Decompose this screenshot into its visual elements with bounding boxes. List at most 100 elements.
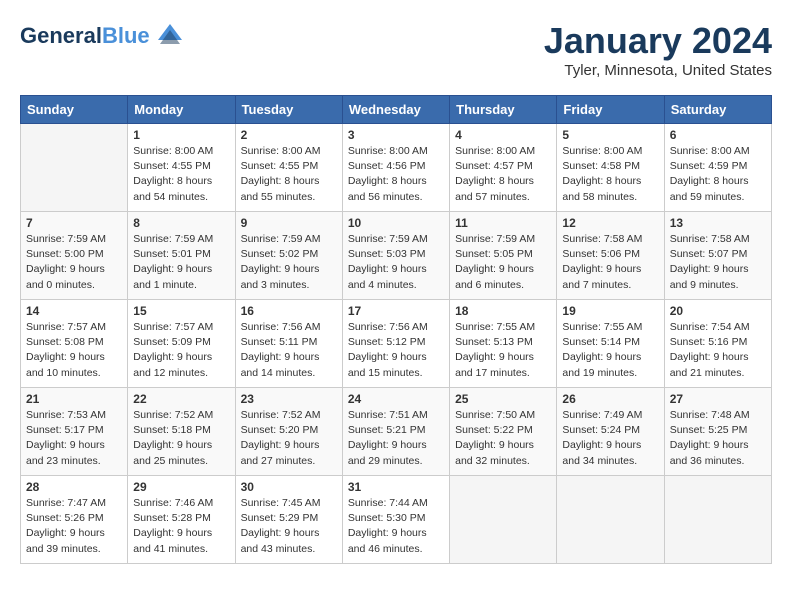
table-row: 10 Sunrise: 7:59 AMSunset: 5:03 PMDayligh… [342,212,449,300]
calendar-week-4: 21 Sunrise: 7:53 AMSunset: 5:17 PMDayligh… [21,388,772,476]
day-info: Sunrise: 7:44 AMSunset: 5:30 PMDaylight:… [348,496,444,557]
day-info: Sunrise: 7:55 AMSunset: 5:14 PMDaylight:… [562,320,658,381]
day-number: 6 [670,128,766,142]
table-row: 12 Sunrise: 7:58 AMSunset: 5:06 PMDayligh… [557,212,664,300]
table-row: 11Sunrise: 7:59 AMSunset: 5:05 PMDayligh… [450,212,557,300]
table-row: 1 Sunrise: 8:00 AMSunset: 4:55 PMDaylight… [128,124,235,212]
day-number: 28 [26,480,122,494]
col-wednesday: Wednesday [342,96,449,124]
table-row: 14 Sunrise: 7:57 AMSunset: 5:08 PMDayligh… [21,300,128,388]
day-number: 25 [455,392,551,406]
day-info: Sunrise: 7:56 AMSunset: 5:12 PMDaylight:… [348,320,444,381]
table-row [664,476,771,564]
table-row: 25Sunrise: 7:50 AMSunset: 5:22 PMDayligh… [450,388,557,476]
table-row: 26 Sunrise: 7:49 AMSunset: 5:24 PMDayligh… [557,388,664,476]
location-title: Tyler, Minnesota, United States [544,62,772,79]
col-sunday: Sunday [21,96,128,124]
day-info: Sunrise: 7:53 AMSunset: 5:17 PMDaylight:… [26,408,122,469]
table-row: 9 Sunrise: 7:59 AMSunset: 5:02 PMDaylight… [235,212,342,300]
day-info: Sunrise: 7:46 AMSunset: 5:28 PMDaylight:… [133,496,229,557]
table-row: 21 Sunrise: 7:53 AMSunset: 5:17 PMDayligh… [21,388,128,476]
day-info: Sunrise: 7:45 AMSunset: 5:29 PMDaylight:… [241,496,337,557]
day-number: 21 [26,392,122,406]
col-monday: Monday [128,96,235,124]
table-row: 31Sunrise: 7:44 AMSunset: 5:30 PMDayligh… [342,476,449,564]
table-row: 22 Sunrise: 7:52 AMSunset: 5:18 PMDayligh… [128,388,235,476]
calendar-week-2: 7Sunrise: 7:59 AMSunset: 5:00 PMDaylight… [21,212,772,300]
day-info: Sunrise: 7:59 AMSunset: 5:02 PMDaylight:… [241,232,337,293]
day-number: 2 [241,128,337,142]
col-thursday: Thursday [450,96,557,124]
table-row: 19 Sunrise: 7:55 AMSunset: 5:14 PMDayligh… [557,300,664,388]
day-info: Sunrise: 7:57 AMSunset: 5:09 PMDaylight:… [133,320,229,381]
table-row: 13 Sunrise: 7:58 AMSunset: 5:07 PMDayligh… [664,212,771,300]
day-info: Sunrise: 8:00 AMSunset: 4:55 PMDaylight:… [133,144,229,205]
day-number: 8 [133,216,229,230]
table-row: 3 Sunrise: 8:00 AMSunset: 4:56 PMDaylight… [342,124,449,212]
table-row: 20 Sunrise: 7:54 AMSunset: 5:16 PMDayligh… [664,300,771,388]
day-number: 14 [26,304,122,318]
day-number: 12 [562,216,658,230]
day-info: Sunrise: 7:47 AMSunset: 5:26 PMDaylight:… [26,496,122,557]
month-title: January 2024 [544,20,772,62]
table-row [557,476,664,564]
table-row: 28 Sunrise: 7:47 AMSunset: 5:26 PMDayligh… [21,476,128,564]
day-number: 26 [562,392,658,406]
col-friday: Friday [557,96,664,124]
logo-text: GeneralBlue [20,24,150,48]
table-row: 27 Sunrise: 7:48 AMSunset: 5:25 PMDayligh… [664,388,771,476]
day-info: Sunrise: 7:49 AMSunset: 5:24 PMDaylight:… [562,408,658,469]
table-row: 4Sunrise: 8:00 AMSunset: 4:57 PMDaylight… [450,124,557,212]
day-number: 22 [133,392,229,406]
table-row: 15Sunrise: 7:57 AMSunset: 5:09 PMDayligh… [128,300,235,388]
table-row: 23 Sunrise: 7:52 AMSunset: 5:20 PMDayligh… [235,388,342,476]
day-info: Sunrise: 7:54 AMSunset: 5:16 PMDaylight:… [670,320,766,381]
day-info: Sunrise: 7:57 AMSunset: 5:08 PMDaylight:… [26,320,122,381]
table-row: 17 Sunrise: 7:56 AMSunset: 5:12 PMDayligh… [342,300,449,388]
col-tuesday: Tuesday [235,96,342,124]
table-row: 7Sunrise: 7:59 AMSunset: 5:00 PMDaylight… [21,212,128,300]
col-saturday: Saturday [664,96,771,124]
day-number: 23 [241,392,337,406]
day-number: 9 [241,216,337,230]
day-number: 24 [348,392,444,406]
day-info: Sunrise: 7:58 AMSunset: 5:07 PMDaylight:… [670,232,766,293]
table-row: 6 Sunrise: 8:00 AMSunset: 4:59 PMDaylight… [664,124,771,212]
day-info: Sunrise: 8:00 AMSunset: 4:59 PMDaylight:… [670,144,766,205]
day-number: 10 [348,216,444,230]
table-row: 18Sunrise: 7:55 AMSunset: 5:13 PMDayligh… [450,300,557,388]
day-number: 17 [348,304,444,318]
day-number: 16 [241,304,337,318]
day-info: Sunrise: 7:52 AMSunset: 5:18 PMDaylight:… [133,408,229,469]
day-info: Sunrise: 7:52 AMSunset: 5:20 PMDaylight:… [241,408,337,469]
day-info: Sunrise: 8:00 AMSunset: 4:58 PMDaylight:… [562,144,658,205]
calendar-week-1: 1 Sunrise: 8:00 AMSunset: 4:55 PMDaylight… [21,124,772,212]
table-row: 16 Sunrise: 7:56 AMSunset: 5:11 PMDayligh… [235,300,342,388]
day-info: Sunrise: 7:59 AMSunset: 5:03 PMDaylight:… [348,232,444,293]
day-info: Sunrise: 7:56 AMSunset: 5:11 PMDaylight:… [241,320,337,381]
day-info: Sunrise: 7:51 AMSunset: 5:21 PMDaylight:… [348,408,444,469]
table-row: 8Sunrise: 7:59 AMSunset: 5:01 PMDaylight… [128,212,235,300]
table-row: 29 Sunrise: 7:46 AMSunset: 5:28 PMDayligh… [128,476,235,564]
day-info: Sunrise: 7:58 AMSunset: 5:06 PMDaylight:… [562,232,658,293]
page-header: GeneralBlue January 2024 Tyler, Minnesot… [20,20,772,79]
day-number: 19 [562,304,658,318]
day-info: Sunrise: 7:59 AMSunset: 5:00 PMDaylight:… [26,232,122,293]
day-number: 13 [670,216,766,230]
day-number: 29 [133,480,229,494]
table-row: 5Sunrise: 8:00 AMSunset: 4:58 PMDaylight… [557,124,664,212]
day-number: 30 [241,480,337,494]
day-number: 27 [670,392,766,406]
day-number: 1 [133,128,229,142]
table-row: 2Sunrise: 8:00 AMSunset: 4:55 PMDaylight… [235,124,342,212]
day-info: Sunrise: 8:00 AMSunset: 4:56 PMDaylight:… [348,144,444,205]
table-row: 30 Sunrise: 7:45 AMSunset: 5:29 PMDayligh… [235,476,342,564]
table-row [21,124,128,212]
calendar-header-row: Sunday Monday Tuesday Wednesday Thursday… [21,96,772,124]
day-number: 3 [348,128,444,142]
day-number: 20 [670,304,766,318]
logo: GeneralBlue [20,20,186,52]
day-number: 11 [455,216,551,230]
title-section: January 2024 Tyler, Minnesota, United St… [544,20,772,79]
day-info: Sunrise: 7:48 AMSunset: 5:25 PMDaylight:… [670,408,766,469]
